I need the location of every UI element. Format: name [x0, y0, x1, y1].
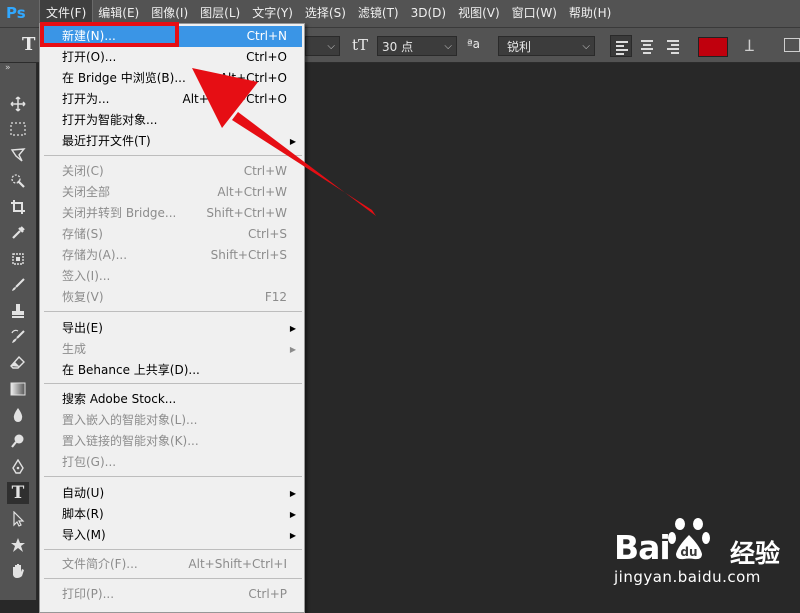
- watermark-url: jingyan.baidu.com: [614, 568, 761, 586]
- baidu-jingyan-watermark: Bai du 经验 jingyan.baidu.com: [612, 514, 800, 600]
- watermark-brand-cn: 经验: [730, 539, 781, 568]
- paw-icon: du: [668, 518, 710, 560]
- svg-text:du: du: [680, 545, 697, 559]
- watermark-brand: Bai: [614, 528, 671, 567]
- annotation-arrow-icon: [192, 68, 376, 216]
